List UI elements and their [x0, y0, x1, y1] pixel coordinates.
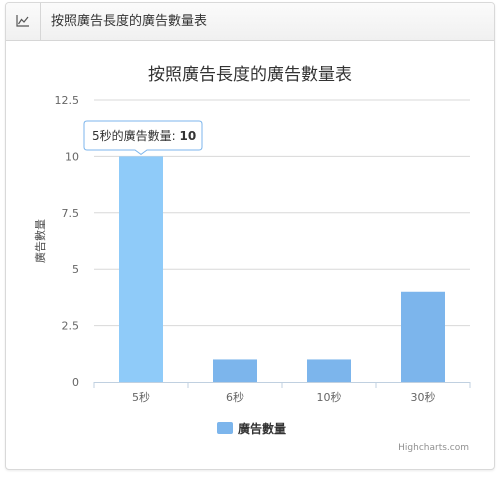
credits-link[interactable]: Highcharts.com	[398, 443, 469, 453]
x-tick-label: 6秒	[226, 390, 244, 404]
legend[interactable]: 廣告數量	[217, 421, 286, 436]
tooltip-text: 5秒的廣告數量: 10	[92, 128, 196, 143]
y-tick-label: 7.5	[62, 207, 80, 220]
x-tick-label: 5秒	[132, 390, 150, 404]
bar[interactable]	[119, 156, 163, 382]
y-axis-title: 廣告數量	[33, 219, 47, 263]
x-axis: 5秒 6秒 10秒 30秒	[93, 382, 471, 404]
bar-chart: 按照廣告長度的廣告數量表 0 2.5 5 7.5 10 12.5 廣告數量 5秒 6秒 10秒…	[33, 65, 471, 453]
tooltip-value: 10	[180, 129, 197, 143]
bar[interactable]	[307, 359, 351, 382]
tooltip-label: 5秒的廣告數量:	[92, 128, 180, 143]
y-tick-label: 0	[72, 376, 79, 389]
bar[interactable]	[213, 359, 257, 382]
y-tick-label: 2.5	[62, 320, 80, 333]
y-tick-label: 10	[65, 150, 79, 163]
legend-label[interactable]: 廣告數量	[238, 421, 286, 436]
legend-swatch	[217, 422, 233, 434]
x-tick-label: 30秒	[411, 390, 436, 404]
bar[interactable]	[401, 291, 445, 382]
x-tick-label: 10秒	[317, 390, 342, 404]
y-tick-label: 5	[72, 263, 79, 276]
y-tick-label: 12.5	[55, 94, 80, 107]
tooltip: 5秒的廣告數量: 10	[83, 120, 203, 156]
chart-title: 按照廣告長度的廣告數量表	[148, 65, 352, 85]
y-axis-ticks: 0 2.5 5 7.5 10 12.5	[55, 94, 80, 389]
